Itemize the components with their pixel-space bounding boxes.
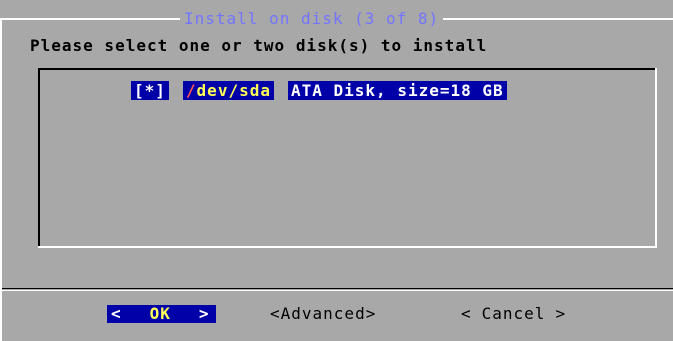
dialog-frame-left [0,18,2,341]
ok-close-bracket: > [198,304,210,323]
button-separator [2,288,673,289]
cancel-close-bracket: > [555,304,567,323]
listbox-border-left [38,68,40,248]
advanced-label: <Advanced> [270,304,377,323]
cancel-open-bracket: < [461,304,472,323]
disk-description: ATA Disk, size=18 GB [287,81,507,100]
screen: Install on disk (3 of 8) Please select o… [0,0,673,341]
disk-item-sda[interactable]: [*] /dev/sda ATA Disk, size=18 GB [131,81,507,100]
listbox-border-bottom [38,246,657,248]
disk-device: /dev/sda [182,81,274,100]
listbox-border-right [655,68,657,248]
disk-checkbox[interactable]: [*] [131,81,169,100]
button-separator-highlight [2,290,673,291]
cancel-button[interactable]: < Cancel > [461,305,566,323]
dialog-prompt: Please select one or two disk(s) to inst… [30,36,488,55]
ok-open-bracket: < [111,304,122,323]
disk-device-name: dev/sda [196,81,271,100]
ok-button[interactable]: < OK > [107,305,216,323]
cancel-label: Cancel [481,304,546,323]
dialog-title: Install on disk (3 of 8) [180,10,444,28]
listbox-border-top [38,68,657,70]
disk-device-hotkey: / [185,81,197,100]
button-bar: < OK > <Advanced> < Cancel > [0,305,673,325]
advanced-button[interactable]: <Advanced> [270,305,376,323]
ok-label: OK [149,304,171,323]
